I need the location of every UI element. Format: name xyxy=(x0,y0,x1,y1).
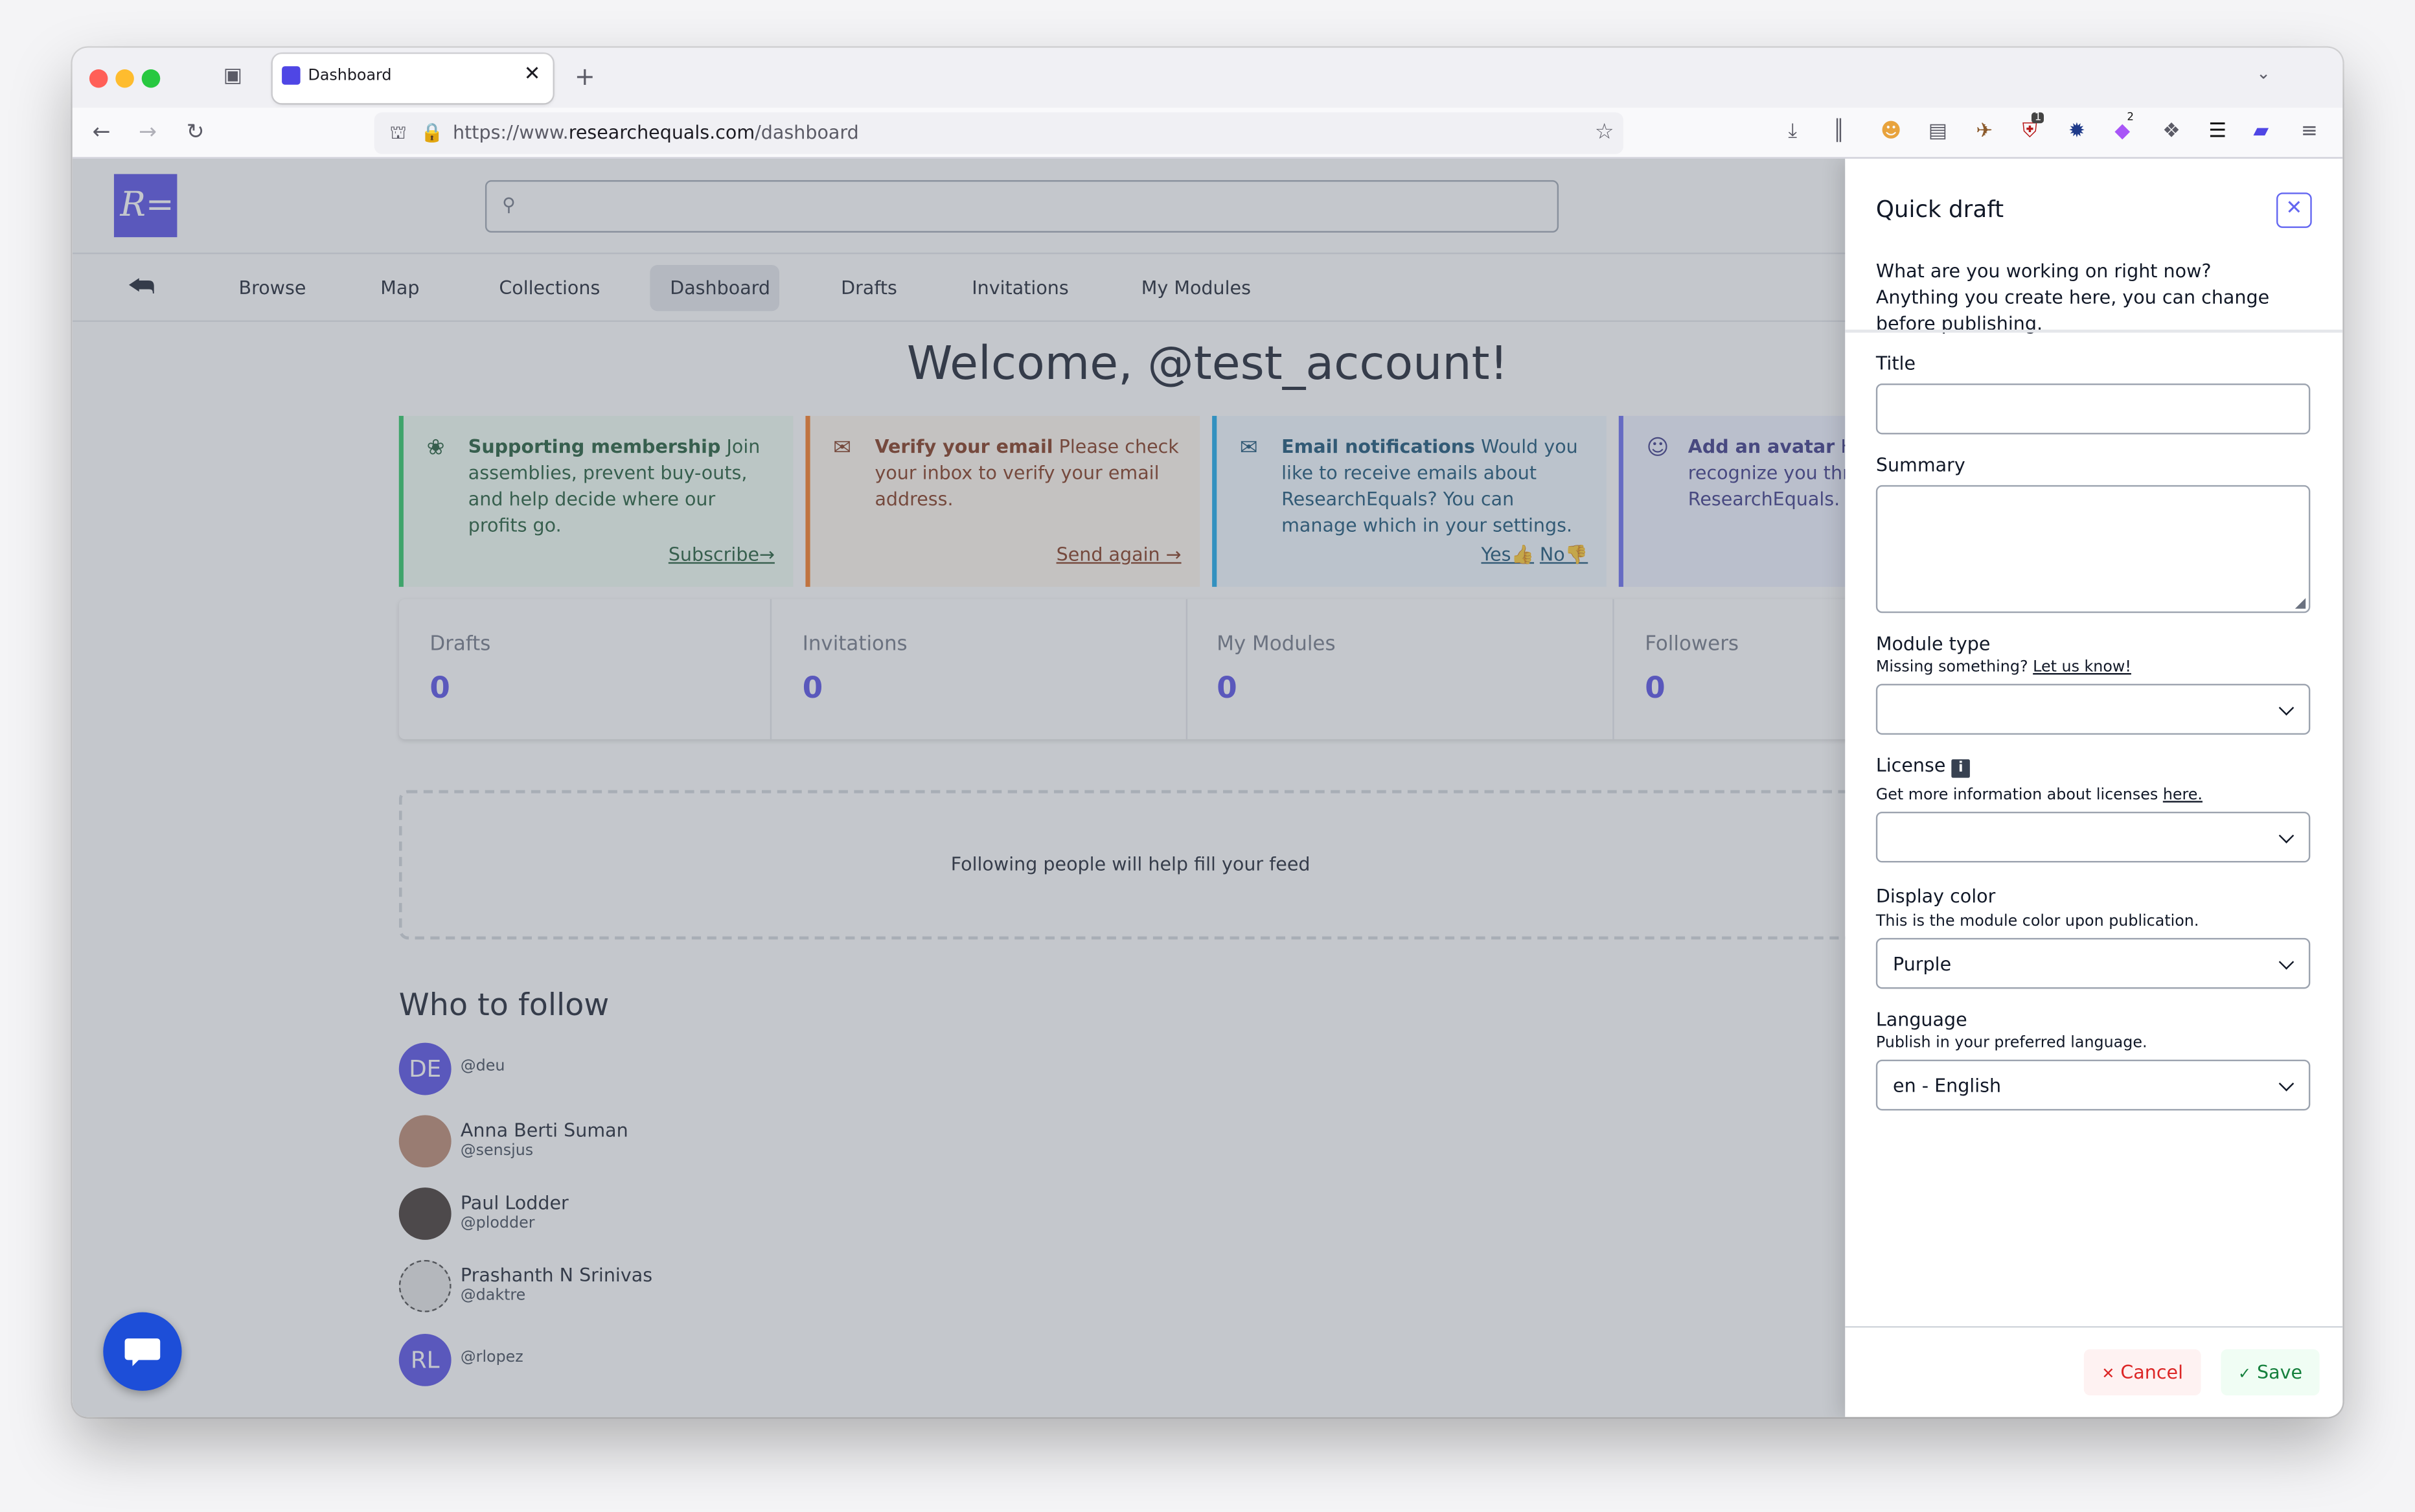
chevron-down-icon xyxy=(2278,699,2295,715)
display-color-select[interactable]: Purple xyxy=(1875,937,2311,989)
privacy-badger-icon[interactable]: ✹ xyxy=(2068,122,2085,142)
language-label: Language xyxy=(1875,1009,1967,1031)
check-icon: ✓ xyxy=(2238,1366,2251,1384)
modal-overlay[interactable] xyxy=(72,158,1846,1417)
display-color-label: Display color xyxy=(1875,886,1996,908)
close-panel-button[interactable]: ✕ xyxy=(2276,192,2312,228)
extensions-puzzle-icon[interactable]: ❖ xyxy=(2162,122,2180,142)
close-icon: ✕ xyxy=(2285,197,2303,220)
chevron-down-icon xyxy=(2278,1075,2295,1091)
lock-icon[interactable]: 🔒 xyxy=(420,122,444,143)
close-window-button[interactable] xyxy=(89,69,108,88)
chevron-down-icon xyxy=(2278,954,2295,969)
license-info-link[interactable]: here. xyxy=(2163,787,2203,804)
reader-icon[interactable]: ▤ xyxy=(1929,122,1947,142)
title-input[interactable] xyxy=(1875,384,2311,435)
chat-button[interactable] xyxy=(103,1312,182,1391)
quick-draft-panel: Quick draft ✕ What are you working on ri… xyxy=(1845,158,2343,1417)
panel-title: Quick draft xyxy=(1875,195,2004,223)
back-icon[interactable]: ← xyxy=(93,122,111,143)
menu-icon[interactable]: ≡ xyxy=(2301,122,2318,142)
url-text[interactable]: https://www.researchequals.com/dashboard xyxy=(453,122,859,143)
new-tab-icon[interactable]: + xyxy=(575,64,595,89)
cancel-button[interactable]: ✕ Cancel xyxy=(2083,1349,2201,1396)
container-icon[interactable]: ◆ 2 xyxy=(2114,111,2134,141)
downloads-icon[interactable]: ⤓ xyxy=(1788,122,1797,142)
layers-icon[interactable]: ☰ xyxy=(2208,122,2226,142)
license-select[interactable] xyxy=(1875,811,2311,863)
tab-strip: ▣ Dashboard ✕ + ⌄ xyxy=(72,47,2343,108)
resize-handle-icon[interactable]: ◢ xyxy=(2295,596,2306,612)
tab-overview-icon[interactable]: ▣ xyxy=(223,66,242,86)
display-color-value: Purple xyxy=(1893,953,1952,975)
ublock-icon[interactable]: ⛨ 1 xyxy=(2022,111,2045,142)
language-select[interactable]: en - English xyxy=(1875,1059,2311,1111)
tab-title: Dashboard xyxy=(308,67,392,85)
address-bar[interactable]: ⛫ 🔒 https://www.researchequals.com/dashb… xyxy=(374,112,1623,154)
module-type-select[interactable] xyxy=(1875,683,2311,735)
browser-window: ▣ Dashboard ✕ + ⌄ ← → ↻ ⛫ 🔒 https://www.… xyxy=(72,47,2343,1417)
chat-bubble-icon xyxy=(124,1338,161,1360)
favicon-icon xyxy=(282,66,301,85)
emoji-extension-icon[interactable]: ☻ xyxy=(1881,122,1901,142)
bookmark-star-icon[interactable]: ☆ xyxy=(1595,120,1614,144)
save-button[interactable]: ✓ Save xyxy=(2221,1349,2320,1396)
reload-icon[interactable]: ↻ xyxy=(187,122,205,143)
display-color-hint: This is the module color upon publicatio… xyxy=(1875,913,2199,931)
forward-icon[interactable]: → xyxy=(139,122,157,143)
shield-icon[interactable]: ⛫ xyxy=(390,122,407,146)
license-label: License i xyxy=(1876,755,1971,778)
summary-textarea[interactable]: ◢ xyxy=(1875,485,2311,613)
module-type-hint: Missing something? Let us know! xyxy=(1875,659,2131,676)
zoom-window-button[interactable] xyxy=(141,69,161,88)
info-icon[interactable]: i xyxy=(1951,759,1971,778)
summary-label: Summary xyxy=(1875,454,1965,476)
researchequals-extension-icon[interactable]: ▰ xyxy=(2253,122,2269,142)
let-us-know-link[interactable]: Let us know! xyxy=(2033,659,2131,676)
language-value: en - English xyxy=(1893,1075,2002,1097)
browser-toolbar: ← → ↻ ⛫ 🔒 https://www.researchequals.com… xyxy=(72,108,2343,159)
minimize-window-button[interactable] xyxy=(115,69,134,88)
panel-intro: What are you working on right now? Anyth… xyxy=(1875,260,2270,334)
extension-icon[interactable]: ✈ xyxy=(1976,122,1993,142)
browser-tab[interactable]: Dashboard ✕ xyxy=(272,54,553,104)
close-tab-icon[interactable]: ✕ xyxy=(524,63,541,86)
module-type-label: Module type xyxy=(1875,633,1991,655)
language-hint: Publish in your preferred language. xyxy=(1875,1035,2147,1052)
chevron-down-icon xyxy=(2278,827,2295,843)
badge-count: 1 xyxy=(2031,111,2045,124)
title-label: Title xyxy=(1875,352,1916,374)
x-icon: ✕ xyxy=(2101,1366,2115,1384)
license-hint: Get more information about licenses here… xyxy=(1875,786,2203,805)
badge-count: 2 xyxy=(2127,111,2135,124)
page: R= ⚲ ⮪ Browse Map Collections Dashboard … xyxy=(72,158,2343,1417)
library-icon[interactable]: ║ xyxy=(1833,122,1845,142)
tab-list-chevron-icon[interactable]: ⌄ xyxy=(2256,65,2271,82)
